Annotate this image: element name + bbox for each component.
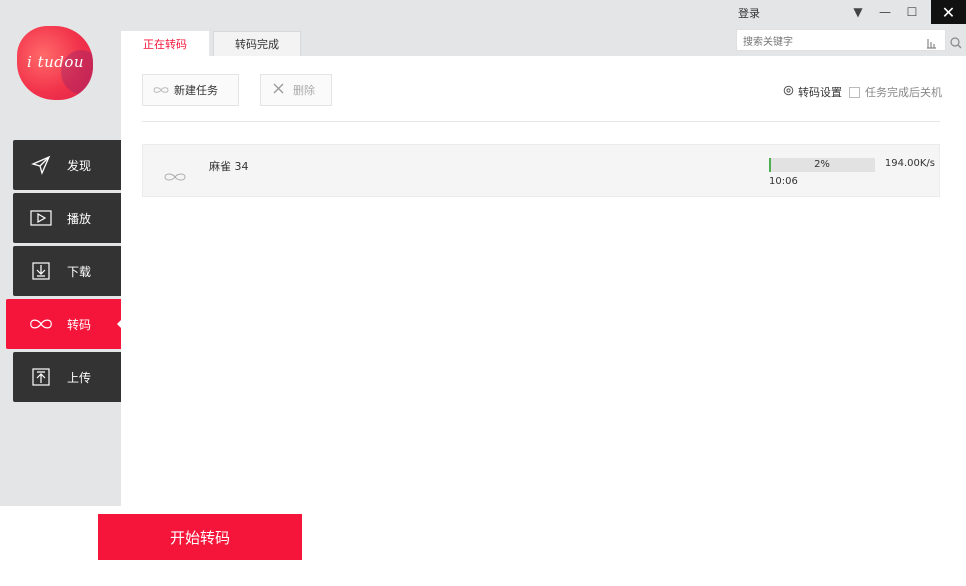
settings-label: 转码设置: [798, 86, 842, 99]
dropdown-icon[interactable]: ▼: [847, 2, 869, 22]
search-icon[interactable]: [950, 34, 962, 53]
sidebar-item-discover[interactable]: 发现: [13, 140, 121, 190]
close-button[interactable]: ✕: [931, 0, 966, 24]
sidebar-item-play[interactable]: 播放: [13, 193, 121, 243]
play-icon: [29, 206, 53, 230]
gear-icon: [783, 85, 794, 99]
search-box: [736, 29, 946, 53]
tudou-logo[interactable]: i tudou: [17, 26, 93, 100]
task-speed: 194.00K/s: [884, 158, 935, 169]
sidebar-item-label: 下载: [67, 264, 92, 279]
sidebar-item-upload[interactable]: 上传: [13, 352, 121, 402]
x-icon: [273, 83, 284, 97]
sidebar-item-label: 发现: [67, 158, 92, 173]
infinity-icon: [164, 167, 186, 186]
minimize-button[interactable]: —: [874, 2, 896, 22]
infinity-icon: [29, 312, 53, 336]
task-row[interactable]: 麻雀 34 2% 10:06 194.00K/s: [142, 144, 940, 197]
sidebar-item-label: 转码: [67, 317, 92, 332]
download-icon: [29, 259, 53, 283]
task-progress-bar: 2%: [769, 158, 875, 172]
transcode-settings-link[interactable]: 转码设置: [783, 84, 842, 100]
sidebar-item-label: 上传: [67, 370, 92, 385]
infinity-icon: [153, 84, 169, 97]
delete-button[interactable]: 删除: [260, 74, 332, 106]
paper-plane-icon: [29, 153, 53, 177]
sidebar-item-transcode[interactable]: 转码: [6, 299, 122, 349]
sidebar-item-download[interactable]: 下载: [13, 246, 121, 296]
login-link[interactable]: 登录: [738, 5, 760, 21]
delete-label: 删除: [293, 84, 315, 97]
maximize-button[interactable]: ☐: [901, 2, 923, 22]
tab-transcoding[interactable]: 正在转码: [121, 31, 209, 56]
shutdown-option[interactable]: 任务完成后关机: [849, 84, 942, 100]
divider: [142, 121, 940, 122]
upload-icon: [29, 365, 53, 389]
task-progress-text: 2%: [814, 159, 830, 170]
start-transcode-button[interactable]: 开始转码: [98, 514, 302, 560]
task-time: 10:06: [769, 176, 798, 187]
sidebar-nav: 发现 播放 下载 转码 上传: [6, 140, 122, 405]
shutdown-checkbox[interactable]: [849, 86, 860, 98]
task-name: 麻雀 34: [209, 160, 249, 173]
sidebar-item-label: 播放: [67, 211, 92, 226]
new-task-label: 新建任务: [174, 84, 218, 97]
new-task-button[interactable]: 新建任务: [142, 74, 239, 106]
logo-text: i tudou: [27, 53, 85, 71]
search-input[interactable]: [737, 32, 919, 53]
shutdown-label: 任务完成后关机: [865, 86, 942, 99]
left-sidebar: i tudou 发现 播放 下载 转码 上传: [0, 0, 122, 506]
tab-completed[interactable]: 转码完成: [213, 31, 301, 56]
bar-chart-icon[interactable]: [926, 34, 937, 53]
